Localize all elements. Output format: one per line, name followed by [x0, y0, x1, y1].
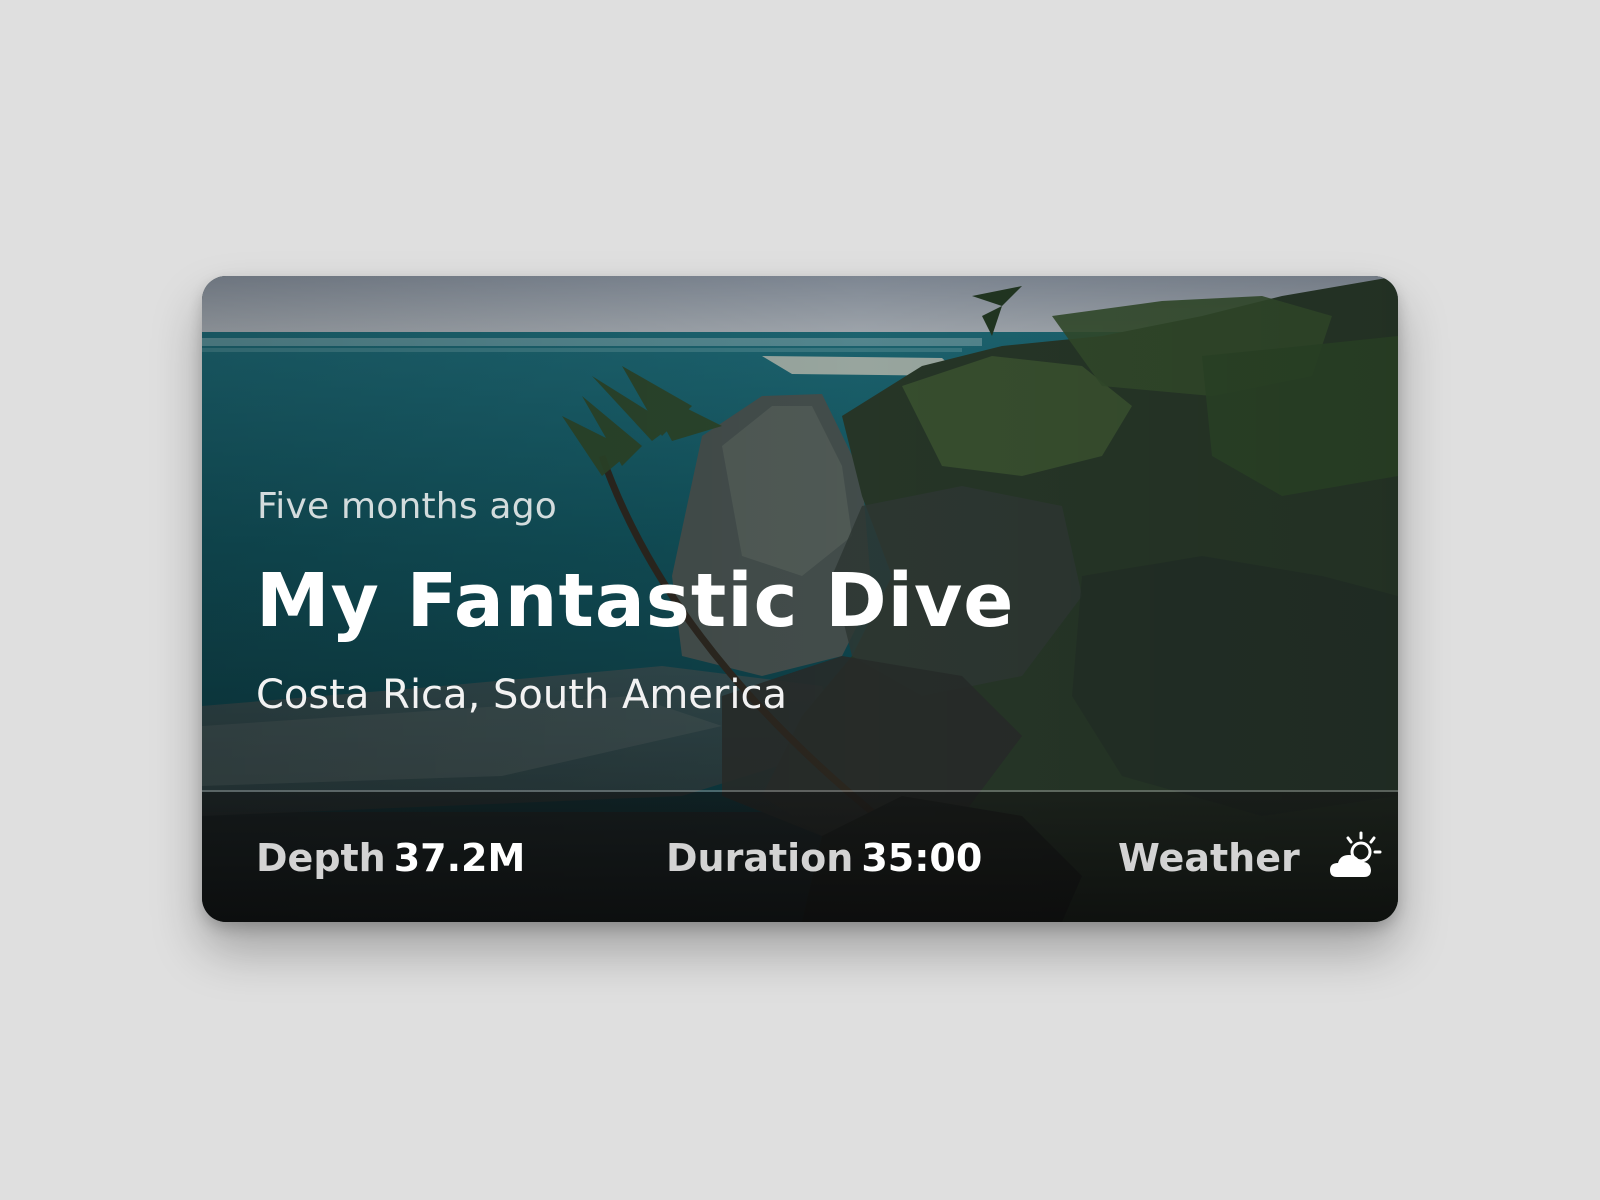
- weather-label: Weather: [1118, 836, 1300, 880]
- dive-title: My Fantastic Dive: [256, 558, 1015, 644]
- weather-stat: Weather: [1118, 830, 1383, 886]
- time-ago: Five months ago: [257, 486, 557, 527]
- dive-card[interactable]: Five months ago My Fantastic Dive Costa …: [202, 276, 1398, 922]
- duration-stat: Duration 35:00: [666, 830, 982, 886]
- depth-label: Depth: [256, 836, 386, 880]
- partly-cloudy-icon: [1327, 830, 1383, 886]
- depth-value: 37.2M: [393, 836, 526, 880]
- dive-location: Costa Rica, South America: [256, 672, 787, 718]
- duration-label: Duration: [666, 836, 854, 880]
- stats-bar: Depth 37.2M Duration 35:00 Weather: [202, 792, 1398, 922]
- duration-value: 35:00: [861, 836, 983, 880]
- depth-stat: Depth 37.2M: [256, 830, 525, 886]
